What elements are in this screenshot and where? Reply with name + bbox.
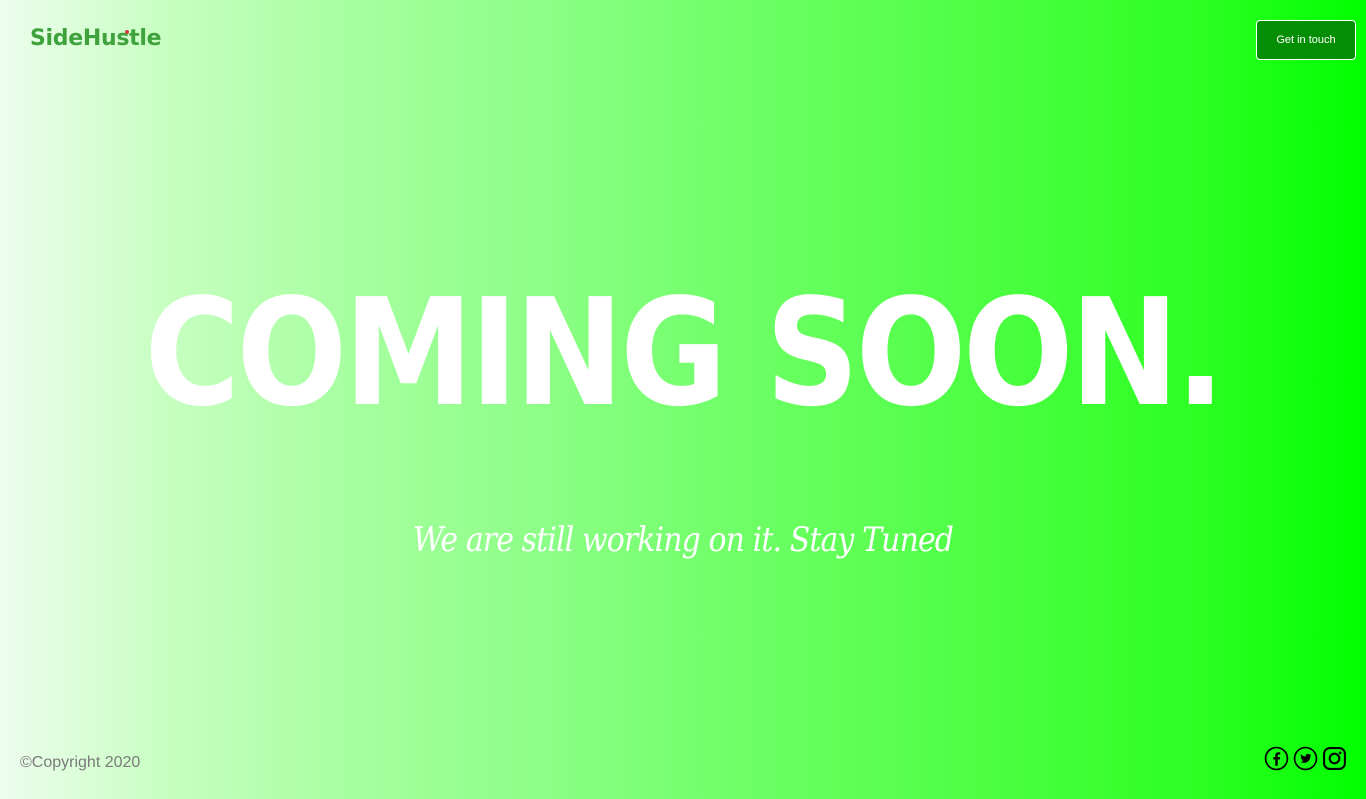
hero-tagline: We are still working on it. Stay Tuned [412, 520, 954, 560]
copyright-text: ©Copyright 2020 [20, 754, 141, 771]
instagram-icon[interactable] [1322, 746, 1347, 771]
twitter-icon[interactable] [1293, 746, 1318, 771]
facebook-icon[interactable] [1264, 746, 1289, 771]
logo-accent-dot [125, 30, 129, 34]
brand-logo[interactable]: SideHustle [30, 26, 162, 51]
coming-soon-headline: COMING SOON. [144, 267, 1225, 439]
get-in-touch-button[interactable]: Get in touch [1256, 20, 1356, 60]
social-links [1264, 746, 1347, 771]
brand-logo-text: SideHustle [30, 26, 162, 51]
